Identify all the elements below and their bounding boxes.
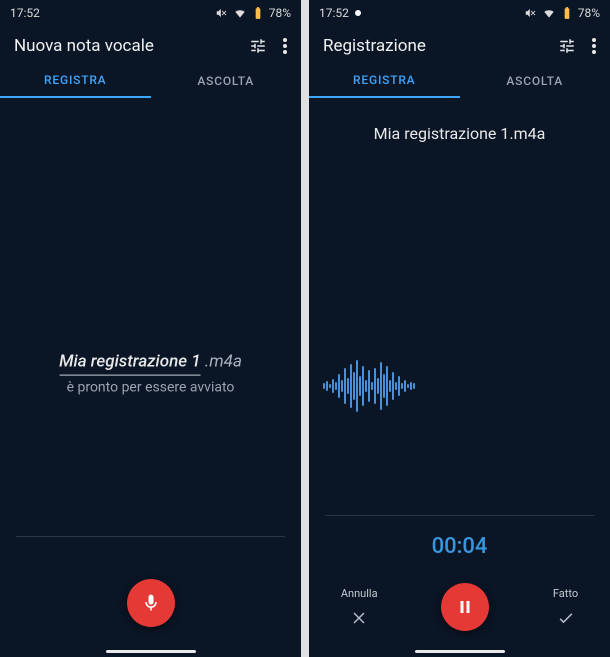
battery-icon [251, 6, 265, 20]
divider [325, 515, 594, 516]
page-title: Registrazione [323, 36, 426, 56]
tab-registra[interactable]: REGISTRA [0, 64, 151, 98]
waveform-bar [341, 380, 343, 392]
tune-icon[interactable] [249, 37, 267, 55]
waveform-bar [407, 384, 409, 388]
wifi-icon [542, 6, 556, 20]
bottom-controls: Annulla Fatto [309, 583, 610, 631]
waveform-bar [374, 368, 376, 404]
waveform-bar [395, 382, 397, 390]
tab-ascolta[interactable]: ASCOLTA [151, 64, 302, 98]
waveform-bar [377, 378, 379, 394]
recording-filename: Mia registrazione 1.m4a [374, 124, 546, 143]
status-bar: 17:52 78% [309, 0, 610, 26]
waveform-bar [338, 374, 340, 398]
filename-input[interactable]: Mia registrazione 1 [59, 351, 201, 375]
waveform-bar [344, 368, 346, 404]
tab-ascolta[interactable]: ASCOLTA [460, 64, 610, 98]
home-indicator[interactable] [415, 650, 505, 653]
waveform-bar [332, 379, 334, 393]
waveform-bar [383, 374, 385, 398]
home-indicator[interactable] [106, 650, 196, 653]
waveform-bar [329, 384, 331, 388]
waveform-bar [335, 382, 337, 390]
battery-icon [560, 6, 574, 20]
waveform-bar [398, 376, 400, 396]
mute-icon [524, 6, 538, 20]
mic-icon [141, 593, 161, 613]
tabs: REGISTRA ASCOLTA [0, 64, 301, 98]
waveform-bar [404, 380, 406, 392]
status-time: 17:52 [319, 6, 349, 20]
divider [16, 536, 285, 537]
more-icon[interactable] [592, 38, 596, 54]
waveform-bar [323, 383, 325, 389]
done-button[interactable]: Fatto [553, 587, 578, 628]
tune-icon[interactable] [558, 37, 576, 55]
waveform-bar [362, 366, 364, 406]
pause-button[interactable] [441, 583, 489, 631]
waveform-bar [350, 364, 352, 408]
content-area: Mia registrazione 1.m4a 00:04 Annulla Fa… [309, 98, 610, 657]
status-battery: 78% [578, 6, 600, 20]
waveform [323, 358, 596, 414]
filename-ext: .m4a [205, 351, 242, 371]
app-bar: Nuova nota vocale [0, 26, 301, 64]
page-title: Nuova nota vocale [14, 36, 154, 56]
timer: 00:04 [309, 534, 610, 559]
waveform-bar [359, 376, 361, 396]
waveform-bar [380, 362, 382, 410]
check-icon [556, 608, 576, 628]
done-label: Fatto [553, 587, 578, 600]
wifi-icon [233, 6, 247, 20]
record-button[interactable] [127, 579, 175, 627]
cancel-label: Annulla [341, 587, 378, 600]
waveform-bar [401, 383, 403, 389]
waveform-bar [356, 360, 358, 412]
close-icon [349, 608, 369, 628]
status-battery: 78% [269, 6, 291, 20]
waveform-bar [389, 380, 391, 392]
pause-icon [456, 598, 474, 616]
ready-subtitle: è pronto per essere avviato [15, 379, 286, 395]
waveform-bar [365, 380, 367, 392]
recording-indicator-icon [355, 10, 361, 16]
waveform-bar [326, 381, 328, 391]
waveform-bar [410, 382, 412, 390]
waveform-bar [413, 383, 415, 389]
filename-row: Mia registrazione 1 .m4a [15, 351, 286, 371]
waveform-bar [353, 372, 355, 400]
status-time: 17:52 [10, 6, 40, 20]
app-bar: Registrazione [309, 26, 610, 64]
waveform-bar [368, 370, 370, 402]
status-bar: 17:52 78% [0, 0, 301, 26]
tabs: REGISTRA ASCOLTA [309, 64, 610, 98]
waveform-bar [386, 366, 388, 406]
waveform-bar [347, 378, 349, 394]
waveform-bar [392, 372, 394, 400]
content-area: Mia registrazione 1 .m4a è pronto per es… [0, 98, 301, 657]
phone-left: 17:52 78% Nuova nota vocale REGISTRA ASC… [0, 0, 301, 657]
waveform-bar [371, 382, 373, 390]
cancel-button[interactable]: Annulla [341, 587, 378, 628]
mute-icon [215, 6, 229, 20]
phone-right: 17:52 78% Registrazione REGISTRA ASCOLTA… [309, 0, 610, 657]
more-icon[interactable] [283, 38, 287, 54]
tab-registra[interactable]: REGISTRA [309, 64, 460, 98]
